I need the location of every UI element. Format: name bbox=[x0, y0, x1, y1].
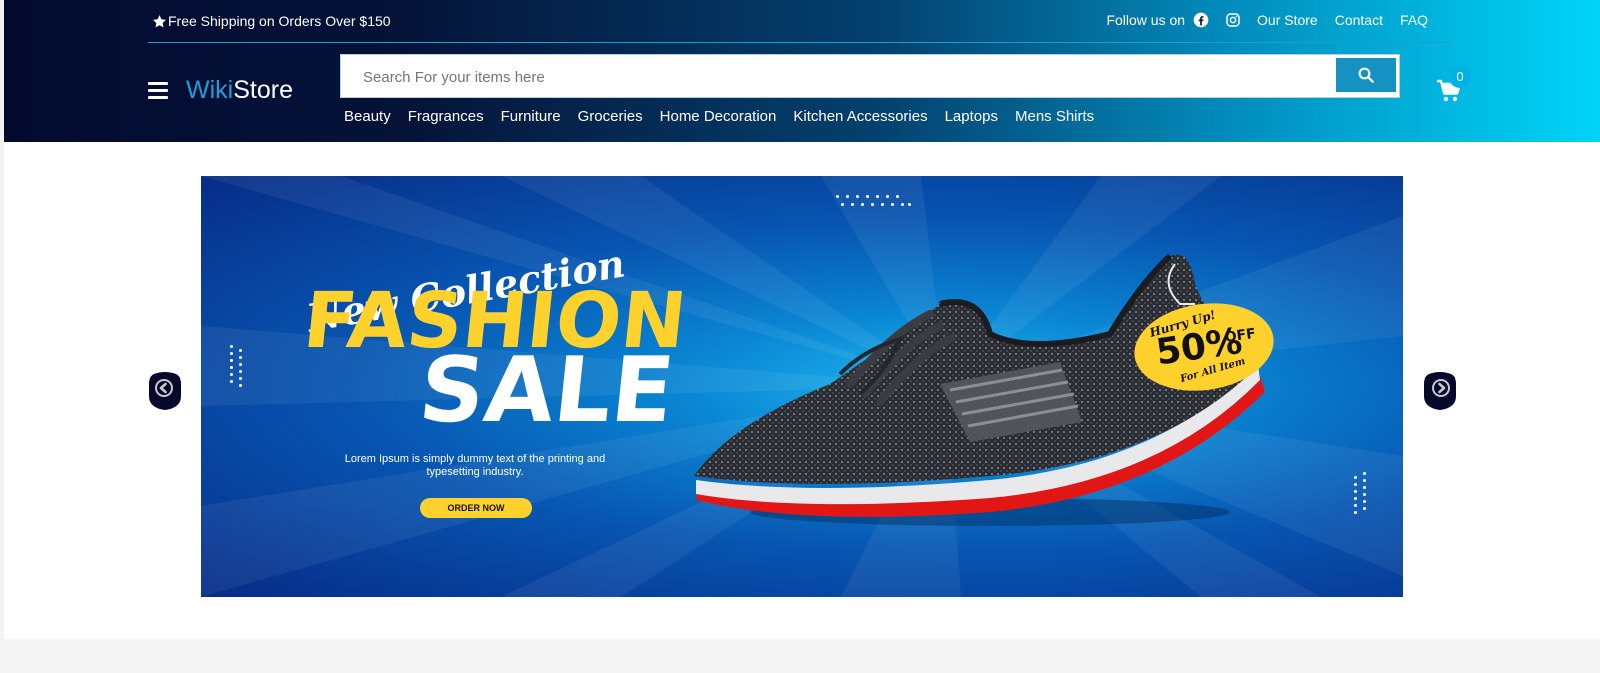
hamburger-menu-icon[interactable] bbox=[148, 82, 168, 100]
category-nav: Beauty Fragrances Furniture Groceries Ho… bbox=[344, 108, 1111, 125]
cart-count-badge: 0 bbox=[1449, 66, 1471, 88]
decor-dots-right bbox=[1354, 472, 1374, 520]
link-our-store[interactable]: Our Store bbox=[1257, 12, 1318, 28]
top-links: Follow us on Our Store Contact FAQ bbox=[1106, 12, 1428, 28]
category-kitchen-accessories[interactable]: Kitchen Accessories bbox=[793, 108, 927, 125]
banner-description: Lorem Ipsum is simply dummy text of the … bbox=[344, 453, 606, 478]
category-mens-shirts[interactable]: Mens Shirts bbox=[1015, 108, 1094, 125]
link-faq[interactable]: FAQ bbox=[1400, 12, 1428, 28]
category-furniture[interactable]: Furniture bbox=[501, 108, 561, 125]
instagram-icon[interactable] bbox=[1225, 12, 1241, 28]
search-button[interactable] bbox=[1336, 58, 1396, 92]
category-laptops[interactable]: Laptops bbox=[945, 108, 998, 125]
follow-us-label: Follow us on bbox=[1106, 12, 1186, 28]
star-icon bbox=[153, 14, 166, 27]
decor-dots-top bbox=[836, 195, 912, 207]
link-contact[interactable]: Contact bbox=[1335, 12, 1383, 28]
search-input[interactable] bbox=[361, 55, 1265, 99]
carousel-next-button[interactable] bbox=[1423, 370, 1457, 410]
logo-store: Store bbox=[233, 76, 293, 104]
search-bar bbox=[340, 54, 1400, 99]
top-bar: Free Shipping on Orders Over $150 Follow… bbox=[148, 0, 1452, 43]
search-icon bbox=[1358, 67, 1374, 83]
tag-off: OFF bbox=[1223, 325, 1257, 346]
category-fragrances[interactable]: Fragrances bbox=[408, 108, 484, 125]
category-home-decoration[interactable]: Home Decoration bbox=[660, 108, 777, 125]
category-beauty[interactable]: Beauty bbox=[344, 108, 391, 125]
facebook-icon[interactable] bbox=[1193, 12, 1209, 28]
carousel-prev-button[interactable] bbox=[148, 370, 182, 410]
site-logo[interactable]: WikiStore bbox=[186, 76, 293, 105]
decor-dots-left bbox=[230, 345, 250, 393]
next-section-band bbox=[4, 639, 1600, 673]
cart-button[interactable]: 0 bbox=[1436, 66, 1480, 106]
promo-banner: Free Shipping on Orders Over $150 bbox=[152, 13, 391, 29]
banner-heading-sale: SALE bbox=[414, 338, 679, 443]
order-now-button[interactable]: ORDER NOW bbox=[420, 498, 532, 518]
promo-text: Free Shipping on Orders Over $150 bbox=[168, 13, 391, 29]
site-header: Free Shipping on Orders Over $150 Follow… bbox=[4, 0, 1600, 142]
category-groceries[interactable]: Groceries bbox=[578, 108, 643, 125]
logo-wiki: Wiki bbox=[186, 76, 234, 104]
